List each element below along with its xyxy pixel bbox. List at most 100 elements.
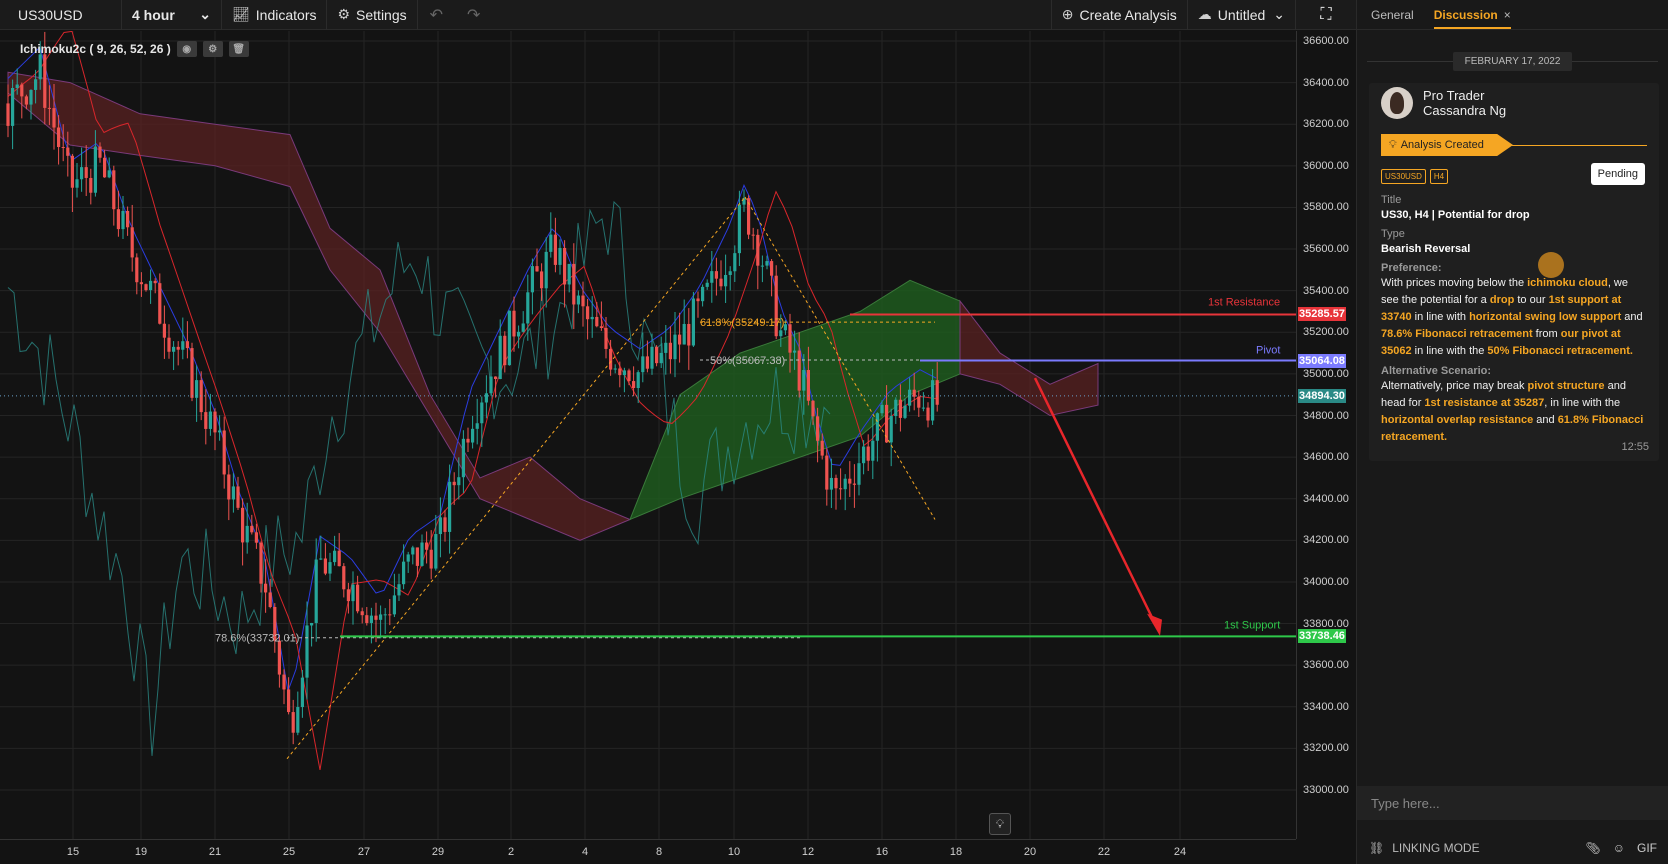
tab-general[interactable]: General: [1371, 8, 1414, 22]
candle-body: [558, 247, 562, 265]
candle-body: [438, 517, 442, 535]
candle-body: [820, 440, 824, 456]
message-input-placeholder: Type here...: [1371, 795, 1440, 811]
message-input[interactable]: Type here...: [1357, 786, 1668, 820]
lightbulb-icon[interactable]: 💡︎: [989, 813, 1011, 835]
candle-body: [760, 265, 764, 267]
create-analysis-button[interactable]: ⊕ Create Analysis: [1052, 0, 1188, 30]
text-span: and: [1621, 311, 1643, 323]
candle-body: [756, 234, 760, 266]
candle-body: [227, 474, 231, 500]
candle-body: [231, 486, 235, 500]
text-span: , in line with the: [1544, 397, 1621, 409]
candle-body: [581, 295, 585, 307]
candle-body: [314, 559, 318, 623]
candle-body: [360, 611, 364, 616]
candle-body: [862, 446, 866, 464]
candle-body: [604, 327, 608, 349]
candle-body: [655, 346, 659, 364]
candle-body: [595, 316, 599, 327]
cursor-highlight: [1538, 252, 1564, 278]
fib-label-618: 61.8%(35249.17): [700, 317, 784, 329]
candle-body: [682, 323, 686, 345]
candle-body: [93, 146, 97, 193]
candle-body: [507, 310, 511, 366]
price-tick-label: 35800.00: [1303, 201, 1349, 214]
candle-body: [471, 428, 475, 443]
pending-button[interactable]: Pending: [1590, 163, 1645, 185]
candle-body: [282, 674, 286, 690]
time-tick-label: 15: [66, 846, 80, 858]
chart-area[interactable]: 1st Resistance Pivot 1st Support 61.8%(3524…: [0, 31, 1356, 864]
settings-button[interactable]: ⚙ Settings: [327, 0, 418, 30]
interval-selector[interactable]: 4 hour ⌄: [122, 0, 222, 30]
candle-body: [843, 478, 847, 490]
highlight-span: drop: [1489, 294, 1515, 306]
highlight-span: pivot structure: [1527, 380, 1605, 392]
price-axis[interactable]: 36600.00 36400.00 36200.00 36000.00 35800.00…: [1296, 31, 1356, 839]
date-divider: FEBRUARY 17, 2022: [1357, 46, 1668, 76]
eye-icon[interactable]: ◉: [176, 41, 197, 57]
tab-discussion[interactable]: Discussion ×: [1433, 7, 1511, 29]
candle-body: [645, 356, 649, 369]
time-axis[interactable]: 15 19 21 25 27 29 2 4 8 10 12 16 18 20 22 24: [0, 839, 1296, 864]
redo-button[interactable]: ↷: [455, 0, 492, 30]
candle-body: [319, 558, 323, 560]
undo-button[interactable]: ↶: [418, 0, 455, 30]
cloud-upload-icon: ☁: [1197, 6, 1212, 22]
symbol-selector[interactable]: US30USD: [0, 0, 122, 30]
candle-body: [121, 210, 125, 230]
lightbulb-icon: 💡︎: [1389, 138, 1397, 151]
candle-body: [793, 350, 797, 353]
candle-body: [484, 393, 488, 403]
candle-body: [245, 525, 249, 543]
link-icon[interactable]: ⛓: [1369, 841, 1384, 855]
indicators-button[interactable]: 📈︎ Indicators: [222, 0, 328, 30]
candle-body: [296, 707, 300, 733]
candle-body: [659, 352, 663, 364]
emoji-icon[interactable]: ☺: [1613, 841, 1625, 855]
text-span: to our: [1514, 294, 1549, 306]
paperclip-icon[interactable]: 📎︎: [1586, 841, 1601, 855]
candle-body: [650, 346, 654, 369]
text-span: Alternatively, price may break: [1381, 380, 1528, 392]
candle-body: [323, 558, 327, 574]
fullscreen-button[interactable]: ⛶: [1296, 0, 1356, 30]
candle-body: [627, 370, 631, 382]
close-icon[interactable]: ×: [1504, 8, 1511, 22]
candle-body: [737, 204, 741, 254]
interval-label: 4 hour: [132, 6, 175, 23]
symbol-tag: US30USD: [1381, 168, 1426, 184]
candle-body: [356, 584, 360, 612]
price-tick-label: 36400.00: [1303, 76, 1349, 89]
tab-discussion-label: Discussion: [1433, 7, 1498, 22]
candle-body: [526, 292, 530, 324]
price-tick-label: 34800.00: [1303, 409, 1349, 422]
linking-mode-label[interactable]: LINKING MODE: [1392, 841, 1573, 855]
undo-icon: ↶: [429, 6, 444, 24]
support-label: 1st Support: [1224, 619, 1280, 631]
candle-body: [839, 488, 843, 490]
candle-body: [540, 271, 544, 289]
date-chip: FEBRUARY 17, 2022: [1452, 51, 1573, 71]
time-tick-label: 22: [1097, 846, 1111, 858]
trash-icon[interactable]: 🗑︎: [228, 41, 249, 57]
candle-body: [213, 411, 217, 433]
resistance-label: 1st Resistance: [1208, 296, 1280, 308]
gear-icon[interactable]: ⚙: [202, 41, 223, 57]
candle-body: [429, 549, 433, 569]
price-tick-label: 36000.00: [1303, 159, 1349, 172]
chart-canvas[interactable]: 1st Resistance Pivot 1st Support 61.8%(3524…: [0, 31, 1296, 839]
candle-body: [259, 542, 263, 584]
candle-body: [908, 389, 912, 406]
title-label: Title: [1381, 194, 1402, 206]
candle-body: [857, 463, 861, 485]
gif-button[interactable]: GIF: [1637, 841, 1657, 855]
candle-body: [337, 550, 341, 567]
candle-body: [374, 615, 378, 620]
layout-selector[interactable]: ☁ Untitled ⌄: [1188, 0, 1296, 30]
candle-body: [20, 84, 24, 97]
candle-body: [802, 370, 806, 391]
candle-body: [425, 542, 429, 550]
candle-body: [724, 274, 728, 287]
